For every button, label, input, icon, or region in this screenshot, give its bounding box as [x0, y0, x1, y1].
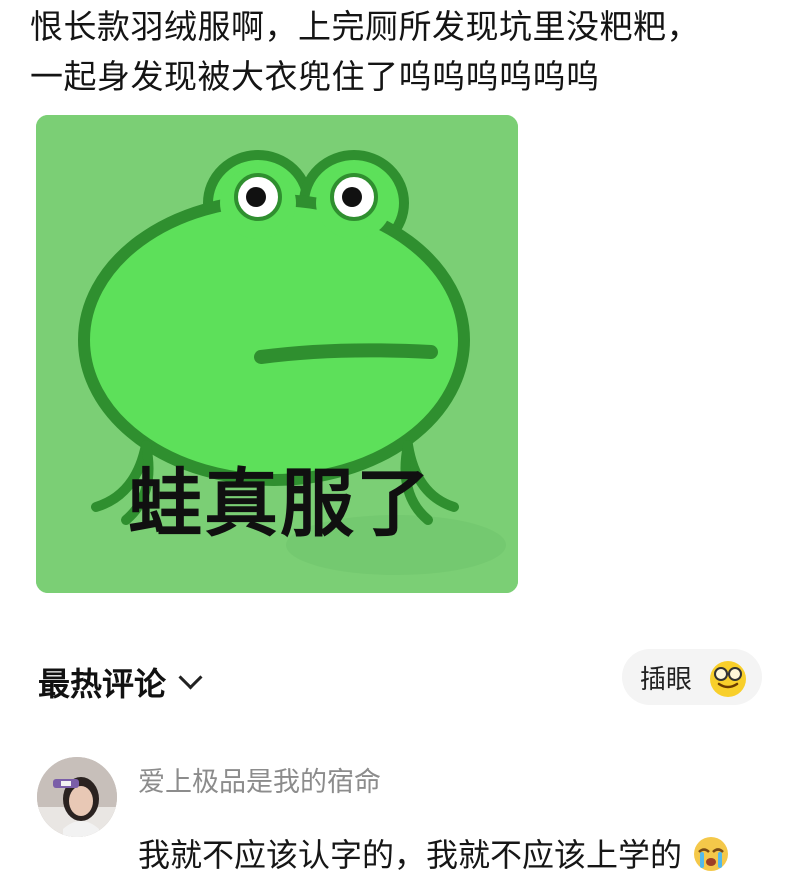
- post-text-line-2: 一起身发现被大衣兜住了呜呜呜呜呜呜: [30, 57, 600, 96]
- user-avatar[interactable]: [37, 757, 117, 837]
- meme-image[interactable]: 蛙真服了: [36, 115, 518, 593]
- comment-body: 我就不应该认字的，我就不应该上学的: [138, 830, 732, 876]
- crying-face-icon: [694, 837, 729, 871]
- insert-eye-label: 插眼: [640, 664, 693, 695]
- comment-item: 爱上极品是我的宿命 我就不应该认字的，我就不应该上学的: [0, 742, 800, 874]
- smiling-face-with-glasses-icon: [710, 661, 747, 697]
- comments-section-title: 最热评论: [38, 665, 167, 703]
- comment-text: 我就不应该认字的，我就不应该上学的: [138, 836, 683, 874]
- post-text-line-1: 恨长款羽绒服啊，上完厕所发现坑里没粑粑，: [30, 7, 700, 46]
- avatar-photo: [37, 757, 117, 837]
- chevron-down-icon: [178, 664, 203, 690]
- insert-eye-button[interactable]: 插眼: [622, 649, 762, 705]
- meme-caption: 蛙真服了: [128, 461, 432, 547]
- comment-username[interactable]: 爱上极品是我的宿命: [138, 760, 381, 799]
- comments-sort-toggle[interactable]: 最热评论: [38, 659, 203, 705]
- post-text: 恨长款羽绒服啊，上完厕所发现坑里没粑粑， 一起身发现被大衣兜住了呜呜呜呜呜呜: [30, 2, 770, 102]
